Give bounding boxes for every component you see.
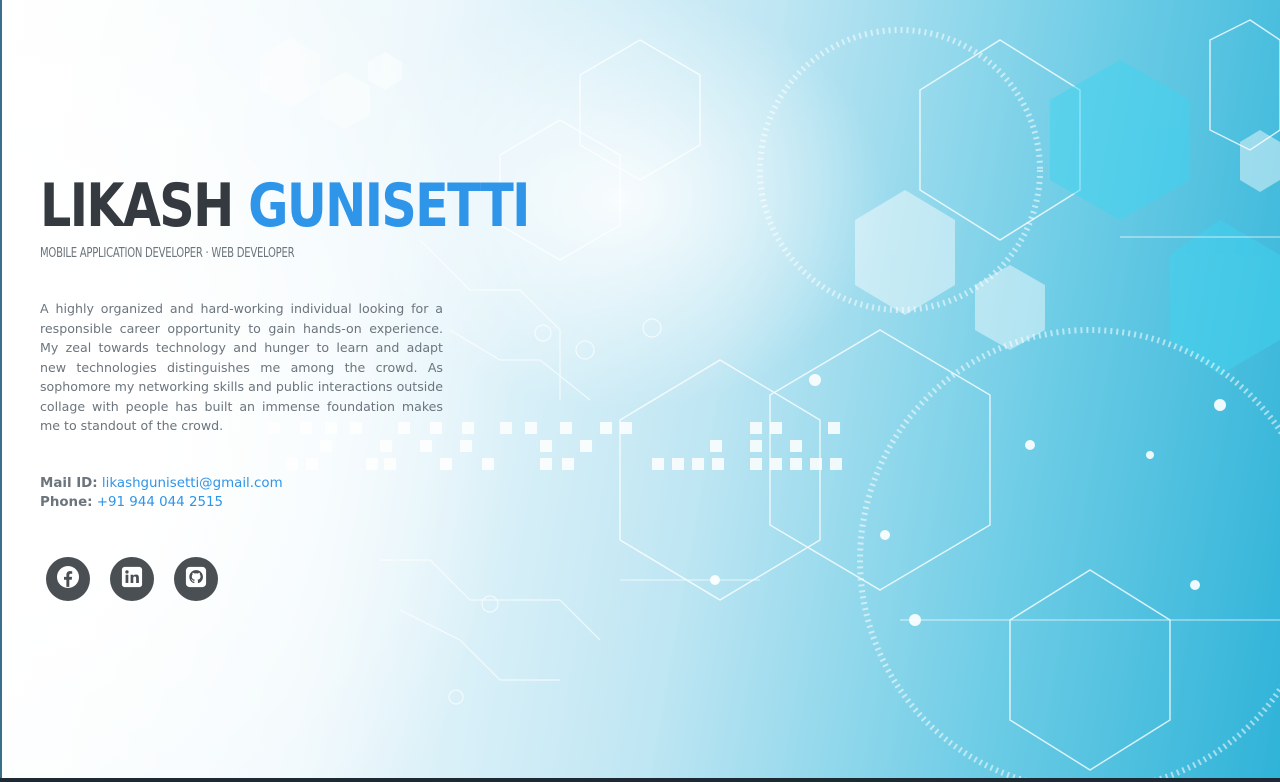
contact-info: Mail ID: likashgunisetti@gmail.com Phone…: [40, 474, 443, 513]
phone-row: Phone: +91 944 044 2515: [40, 493, 443, 513]
social-links: [46, 557, 218, 601]
linkedin-icon: [121, 566, 143, 592]
last-name: GUNISETTI: [248, 171, 530, 241]
linkedin-button[interactable]: [110, 557, 154, 601]
first-name: LIKASH: [40, 171, 234, 241]
facebook-button[interactable]: [46, 557, 90, 601]
facebook-icon: [56, 565, 80, 593]
mail-row: Mail ID: likashgunisetti@gmail.com: [40, 474, 443, 494]
github-icon: [185, 566, 207, 592]
subheading: MOBILE APPLICATION DEVELOPER · WEB DEVEL…: [40, 246, 295, 261]
mail-label: Mail ID:: [40, 475, 98, 491]
phone-link[interactable]: +91 944 044 2515: [97, 495, 223, 510]
bottom-bar: [0, 778, 1280, 782]
mail-link[interactable]: likashgunisetti@gmail.com: [102, 476, 283, 491]
phone-label: Phone:: [40, 495, 93, 510]
page-title: LIKASH GUNISETTI: [40, 170, 530, 242]
about-section: LIKASH GUNISETTI MOBILE APPLICATION DEVE…: [40, 170, 530, 513]
bio-paragraph: A highly organized and hard-working indi…: [40, 301, 443, 433]
left-edge-border: [0, 0, 2, 782]
github-button[interactable]: [174, 557, 218, 601]
